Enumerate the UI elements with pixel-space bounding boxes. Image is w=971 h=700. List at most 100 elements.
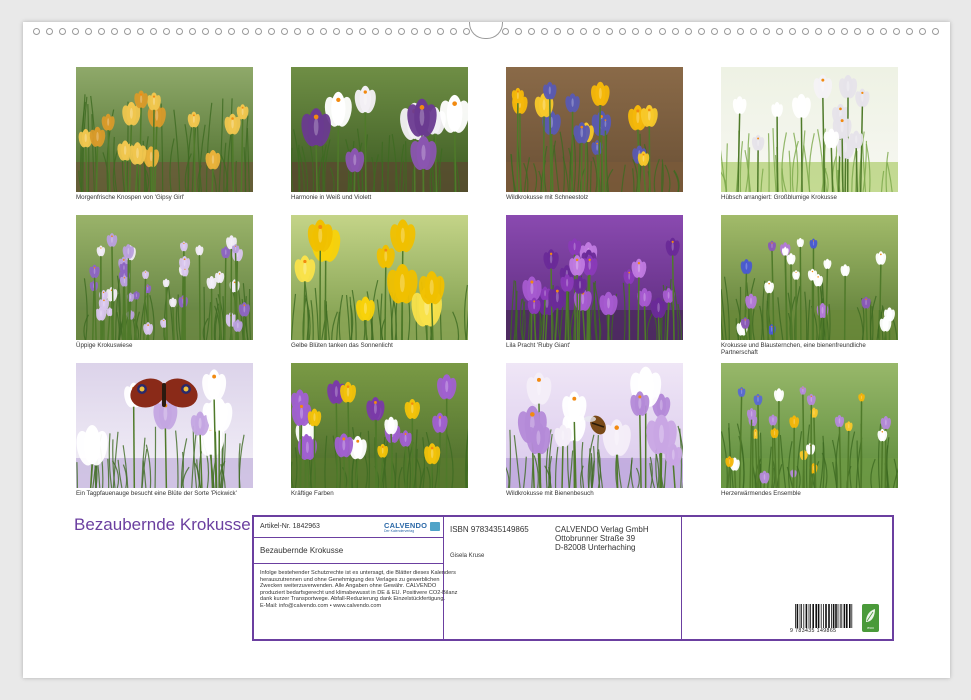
- binding-ring: [853, 27, 861, 35]
- binding-ring: [867, 27, 874, 35]
- eco-leaf-icon: eco: [862, 604, 879, 632]
- binding-ring: [163, 27, 171, 35]
- binding-ring: [423, 27, 431, 35]
- binding-ring: [515, 27, 523, 35]
- binding-ring: [697, 27, 705, 35]
- binding-ring: [906, 27, 914, 35]
- binding-ring: [33, 27, 40, 35]
- calvendo-logo-sub: Der Kalenderverlag: [384, 529, 415, 533]
- binding-ring: [436, 27, 444, 35]
- photo-caption: Lila Pracht 'Ruby Giant': [506, 342, 571, 349]
- photo-caption: Gelbe Blüten tanken das Sonnenlicht: [291, 342, 393, 349]
- binding-ring: [189, 27, 197, 35]
- calendar-photo: [721, 363, 898, 488]
- binding-ring: [254, 27, 262, 35]
- calvendo-book-icon: [430, 522, 440, 531]
- binding-ring: [137, 27, 145, 35]
- binding-ring: [463, 27, 471, 35]
- binding-ring: [293, 27, 301, 35]
- crocus-photo: [291, 67, 468, 192]
- calendar-photo: [76, 215, 253, 340]
- binding-ring: [410, 27, 418, 35]
- binding-ring: [632, 27, 640, 35]
- binding-ring: [827, 27, 835, 35]
- binding-ring: [176, 27, 184, 35]
- article-number: Artikel-Nr. 1842963: [260, 523, 320, 530]
- binding-ring: [814, 27, 822, 35]
- calendar-photo: [506, 215, 683, 340]
- publisher-line: Ottobrunner Straße 39: [555, 534, 636, 543]
- author-name: Gisela Kruse: [450, 553, 485, 559]
- calendar-photo: [76, 67, 253, 192]
- binding-ring: [332, 27, 340, 35]
- photo-caption: Wildkrokusse mit Schneestolz: [506, 194, 589, 201]
- publisher-line: D-82008 Unterhaching: [555, 543, 636, 552]
- binding-ring: [345, 27, 353, 35]
- eco-label: eco: [867, 625, 874, 630]
- binding-ring: [775, 27, 783, 35]
- binding-ring: [554, 27, 562, 35]
- binding-ring: [280, 27, 288, 35]
- binding-ring: [228, 27, 236, 35]
- binding-ring: [932, 27, 940, 35]
- imprint-divider: [254, 537, 443, 538]
- binding-ring: [384, 27, 392, 35]
- binding-ring: [528, 27, 536, 35]
- binding-ring: [397, 27, 405, 35]
- photo-caption: Harmonie in Weiß und Violett: [291, 194, 372, 201]
- photo-caption: Hübsch arrangiert: Großblumige Krokusse: [721, 194, 837, 201]
- calendar-photo: [721, 215, 898, 340]
- binding-ring: [150, 27, 158, 35]
- calendar-photo: [506, 363, 683, 488]
- crocus-photo: [721, 363, 898, 488]
- binding-ring: [358, 27, 366, 35]
- crocus-photo: [76, 215, 253, 340]
- crocus-photo: [721, 67, 898, 192]
- binding-ring: [593, 27, 601, 35]
- calendar-photo: [76, 363, 253, 488]
- imprint-box: Artikel-Nr. 1842963 CALVENDO Der Kalende…: [252, 515, 894, 641]
- binding-ring: [567, 27, 575, 35]
- crocus-photo: [291, 215, 468, 340]
- photo-caption: Herzerwärmendes Ensemble: [721, 490, 801, 497]
- calendar-hanger: [469, 22, 503, 39]
- binding-ring: [619, 27, 627, 35]
- photo-caption: Üppige Krokuswiese: [76, 342, 133, 349]
- binding-ring: [580, 27, 588, 35]
- crocus-photo: [506, 363, 683, 488]
- binding-ring: [801, 27, 809, 35]
- binding-ring: [202, 27, 210, 35]
- crocus-photo: [76, 67, 253, 192]
- binding-ring: [98, 27, 106, 35]
- crocus-photo: [506, 215, 683, 340]
- binding-ring: [840, 27, 848, 35]
- binding-ring: [671, 27, 679, 35]
- calendar-photo: [506, 67, 683, 192]
- binding-ring: [919, 27, 927, 35]
- binding-ring: [450, 27, 457, 35]
- binding-ring: [319, 27, 327, 35]
- imprint-divider: [681, 517, 682, 639]
- product-title: Bezaubernde Krokusse: [260, 546, 344, 555]
- binding-ring: [241, 27, 249, 35]
- calendar-photo: [291, 215, 468, 340]
- barcode-icon: [795, 604, 853, 628]
- photo-caption: Wildkrokusse mit Bienenbesuch: [506, 490, 594, 497]
- binding-ring: [762, 27, 770, 35]
- calendar-title: Bezaubernde Krokusse: [74, 515, 251, 534]
- binding-ring: [215, 27, 223, 35]
- binding-ring: [502, 27, 510, 35]
- publisher-address: CALVENDO Verlag GmbH Ottobrunner Straße …: [555, 525, 649, 552]
- calendar-photo: [291, 363, 468, 488]
- binding-ring: [880, 27, 888, 35]
- photo-caption: Morgenfrische Knospen von 'Gipsy Girl': [76, 194, 185, 201]
- barcode-number: 9 783435 149865: [790, 628, 837, 634]
- binding-ring: [658, 27, 666, 35]
- photo-caption: Ein Tagpfauenauge besucht eine Blüte der…: [76, 490, 237, 497]
- calendar-photo: [291, 67, 468, 192]
- contact-line: E-Mail: info@calvendo.com • www.calvendo…: [260, 602, 382, 609]
- photo-caption: Krokusse und Blausternchen, eine bienenf…: [721, 342, 866, 357]
- isbn: ISBN 9783435149865: [450, 525, 529, 534]
- photo-caption: Kräftige Farben: [291, 490, 334, 497]
- binding-ring: [46, 27, 54, 35]
